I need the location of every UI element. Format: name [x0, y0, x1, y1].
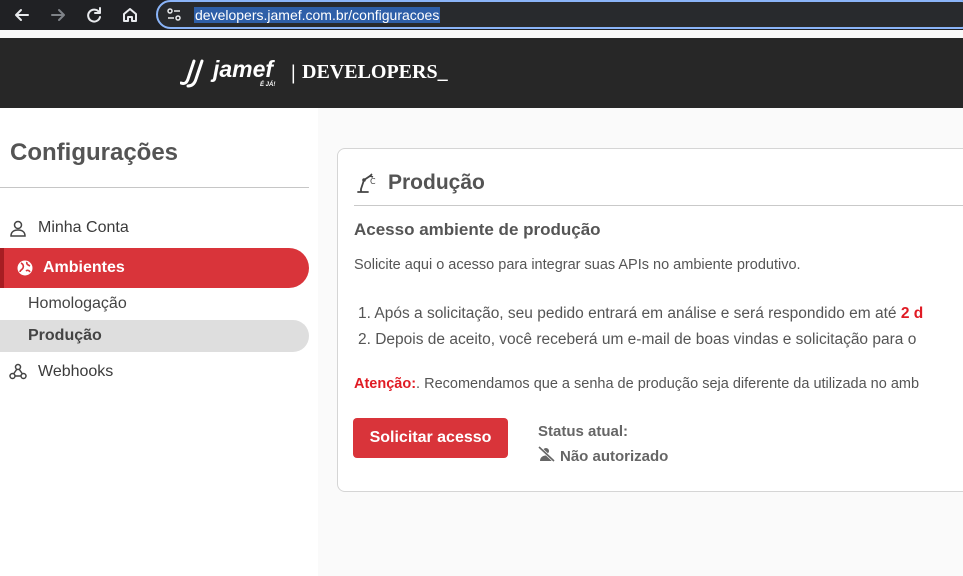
reload-icon[interactable] [83, 4, 105, 26]
globe-icon [16, 259, 34, 277]
logo-separator: | [291, 60, 296, 84]
url-text[interactable]: developers.jamef.com.br/configuracoes [194, 7, 441, 23]
step-item: 1. Após a solicitação, seu pedido entrar… [358, 303, 923, 329]
card-subtitle: Acesso ambiente de produção [354, 220, 601, 239]
attention-label: Atenção: [354, 376, 417, 392]
attention-note: Atenção:. Recomendamos que a senha de pr… [354, 376, 919, 392]
svg-text:C: C [370, 177, 376, 186]
sidebar: Configurações Minha Conta Ambientes Homo… [0, 108, 318, 576]
sidebar-item-minha-conta[interactable]: Minha Conta [0, 209, 309, 247]
site-settings-icon[interactable] [166, 7, 182, 23]
jamef-logo-icon[interactable] [179, 59, 210, 89]
sidebar-item-label: Webhooks [38, 363, 114, 380]
production-card: C Produção Acesso ambiente de produção S… [337, 148, 963, 492]
logo-tagline: É JÁ! [260, 82, 276, 88]
sidebar-title: Configurações [10, 139, 179, 166]
logo-text[interactable]: jamef [213, 56, 273, 83]
sidebar-item-label: Produção [28, 327, 102, 344]
step-text: 2. Depois de aceito, você receberá um e-… [358, 331, 917, 348]
card-divider [354, 205, 963, 206]
robot-arm-icon: C [355, 172, 377, 194]
card-title: Produção [388, 171, 485, 194]
browser-toolbar: developers.jamef.com.br/configuracoes [0, 0, 963, 30]
home-icon[interactable] [119, 4, 141, 26]
sidebar-item-label: Minha Conta [38, 219, 129, 236]
site-header: jamef É JÁ! | DEVELOPERS_ [0, 38, 963, 108]
request-access-button[interactable]: Solicitar acesso [353, 418, 508, 458]
sidebar-item-homologacao[interactable]: Homologação [0, 288, 309, 320]
arrow-right-icon[interactable] [47, 4, 69, 26]
sidebar-divider [0, 187, 309, 188]
steps-list: 1. Após a solicitação, seu pedido entrar… [358, 303, 923, 355]
step-highlight: 2 d [900, 305, 924, 322]
card-description: Solicite aqui o acesso para integrar sua… [354, 257, 801, 273]
arrow-left-icon[interactable] [11, 4, 33, 26]
attention-text: . Recomendamos que a senha de produção s… [416, 376, 920, 392]
sidebar-item-producao[interactable]: Produção [0, 320, 309, 352]
sidebar-item-ambientes[interactable]: Ambientes [0, 248, 309, 288]
site-title: DEVELOPERS_ [302, 61, 448, 83]
sidebar-item-webhooks[interactable]: Webhooks [0, 353, 309, 391]
status-label: Status atual: [538, 423, 629, 440]
status-value: Não autorizado [560, 448, 669, 465]
sidebar-item-label: Ambientes [43, 259, 125, 276]
address-bar[interactable]: developers.jamef.com.br/configuracoes [156, 0, 963, 29]
step-text: 1. Após a solicitação, seu pedido entrar… [358, 305, 901, 322]
user-slash-icon [537, 445, 556, 463]
webhook-icon [9, 363, 27, 381]
sidebar-item-label: Homologação [28, 295, 127, 312]
step-item: 2. Depois de aceito, você receberá um e-… [358, 329, 923, 355]
user-icon [9, 219, 27, 237]
